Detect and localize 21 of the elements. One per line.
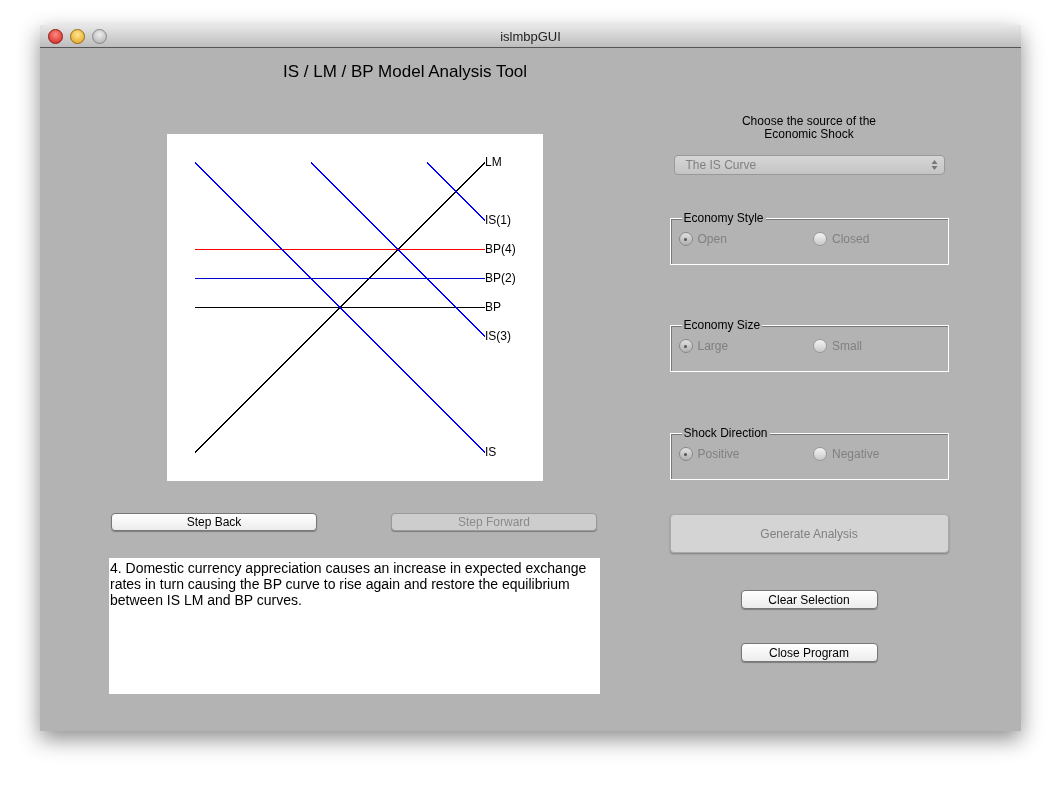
group-title: Economy Style — [681, 211, 766, 225]
curve-label: IS(3) — [485, 329, 511, 343]
group-title: Economy Size — [681, 318, 763, 332]
close-icon[interactable] — [48, 28, 63, 44]
tool-title: IS / LM / BP Model Analysis Tool — [282, 62, 529, 82]
minimize-icon[interactable] — [70, 28, 85, 44]
curve-label: IS — [485, 445, 497, 459]
curve-label: BP(2) — [485, 271, 516, 285]
curve-label: BP(4) — [485, 242, 516, 256]
curve-label: LM — [485, 155, 502, 169]
shock-source-label: Choose the source of the Economic Shock — [740, 115, 878, 141]
group-title: Shock Direction — [681, 426, 770, 440]
action-button[interactable]: Clear Selection — [740, 590, 878, 609]
stepper-arrows-icon — [930, 159, 938, 171]
window-title: islmbpGUI — [500, 28, 561, 44]
zoom-icon[interactable] — [92, 28, 107, 44]
curve-label: BP — [485, 300, 501, 314]
curve-label: IS(1) — [485, 213, 511, 227]
explanation-text: 4. Domestic currency appreciation causes an increase in expected exchange rates in turn causing the BP curve to rise again and restore the equilibrium between IS LM and BP curves. — [109, 558, 600, 694]
step-back-button[interactable]: Step Back — [111, 513, 317, 531]
action-button[interactable]: Close Program — [740, 643, 878, 662]
